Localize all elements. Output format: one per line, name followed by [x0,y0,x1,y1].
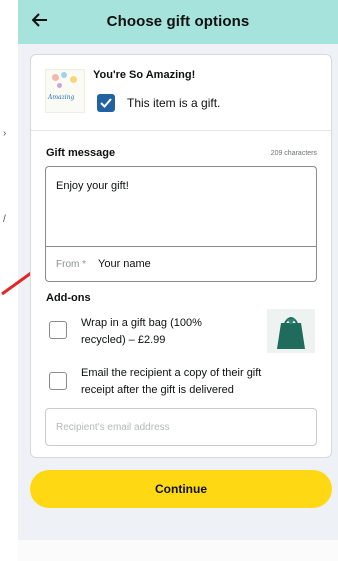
gift-bag-option-text[interactable]: Wrap in a gift bag (100% recycled) – £2.… [81,315,202,349]
gift-message-label: Gift message [46,147,116,159]
gift-bag-checkbox[interactable] [49,321,67,339]
checkmark-icon [100,98,112,108]
gift-checkbox[interactable] [97,94,115,112]
recipient-email-input[interactable]: Recipient's email address [45,408,317,446]
item-row: Amazing You're So Amazing! This item is … [31,55,331,131]
email-receipt-option-text[interactable]: Email the recipient a copy of their gift… [81,365,261,399]
gift-checkbox-label: This item is a gift. [127,96,221,110]
gift-message-textarea[interactable]: Enjoy your gift! [45,166,317,246]
edge-mark: › [3,128,7,139]
top-header: Choose gift options [18,0,338,44]
addons-label: Add-ons [46,292,91,304]
email-receipt-checkbox[interactable] [49,372,67,390]
gift-message-text: Enjoy your gift! [56,180,129,192]
character-counter: 209 characters [270,150,317,157]
item-title: You're So Amazing! [93,69,196,81]
gift-options-card: Amazing You're So Amazing! This item is … [30,54,332,458]
bottom-area [18,540,338,561]
edge-mark: / [3,214,6,225]
thumbnail-text: Amazing [48,94,75,101]
page-title: Choose gift options [106,13,250,30]
continue-button[interactable]: Continue [30,470,332,508]
email-placeholder: Recipient's email address [56,421,170,433]
from-field[interactable]: From * Your name [45,246,317,282]
from-label: From * [56,258,86,270]
product-thumbnail: Amazing [45,69,85,113]
gift-bag-icon [267,309,315,353]
from-value: Your name [98,258,151,270]
